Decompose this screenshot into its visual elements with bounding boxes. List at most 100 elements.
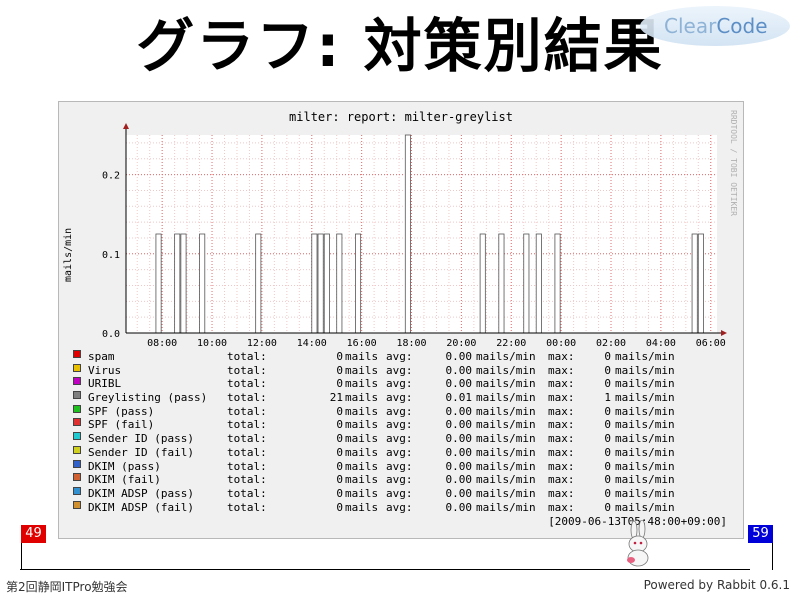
legend-name: DKIM ADSP (pass): [88, 486, 194, 500]
legend-avg-value: 0.00: [445, 432, 473, 446]
legend-max-unit: mails/min: [615, 377, 675, 391]
legend-max-label: max:: [548, 363, 575, 377]
legend-avg-value: 0.00: [445, 445, 473, 459]
footer-event-name: 第2回静岡ITPro勉強会: [6, 580, 128, 594]
legend-avg-label: avg:: [386, 473, 413, 487]
legend-name: URIBL: [88, 377, 122, 391]
legend-avg-value: 0.00: [445, 350, 473, 363]
legend-name: DKIM (fail): [88, 473, 161, 487]
legend-max-value: 0: [604, 486, 611, 500]
legend-max-unit: mails/min: [615, 500, 675, 514]
legend-avg-value: 0.00: [445, 377, 473, 391]
legend-max-value: 0: [604, 350, 611, 363]
legend-total-value: 0: [336, 418, 343, 432]
legend-avg-label: avg:: [386, 459, 413, 473]
bar: [155, 233, 162, 334]
legend-max-unit: mails/min: [615, 404, 675, 418]
x-tick-label: 20:00: [446, 338, 476, 349]
legend-name: Greylisting (pass): [88, 391, 208, 405]
bar: [317, 233, 324, 334]
legend-max-label: max:: [548, 377, 575, 391]
progress-baseline: [20, 569, 750, 570]
bar: [180, 233, 187, 334]
x-tick-label: 00:00: [546, 338, 576, 349]
legend-total-unit: mails: [345, 459, 379, 473]
x-tick-label: 02:00: [596, 338, 626, 349]
legend-total-label: total:: [227, 350, 267, 363]
legend-name: spam: [88, 350, 115, 363]
legend-max-label: max:: [548, 432, 575, 446]
legend-avg-label: avg:: [386, 418, 413, 432]
legend-swatch: [73, 363, 81, 372]
x-tick-label: 06:00: [696, 338, 726, 349]
legend-max-value: 0: [604, 404, 611, 418]
legend-total-value: 0: [336, 432, 343, 446]
y-tick-label: 0.0: [102, 329, 120, 340]
legend-total-label: total:: [227, 445, 267, 459]
legend-max-value: 0: [604, 500, 611, 514]
legend-total-label: total:: [227, 432, 267, 446]
legend-avg-label: avg:: [386, 432, 413, 446]
legend-avg-label: avg:: [386, 445, 413, 459]
legend-swatch: [73, 404, 81, 413]
legend-avg-value: 0.00: [445, 459, 473, 473]
legend-swatch: [73, 473, 81, 482]
plot-background: [126, 135, 717, 333]
legend-max-label: max:: [548, 500, 575, 514]
legend-name: SPF (fail): [88, 418, 155, 432]
legend-max-value: 0: [604, 363, 611, 377]
legend-total-unit: mails: [345, 445, 379, 459]
legend-swatch: [73, 432, 81, 441]
legend-total-value: 0: [336, 404, 343, 418]
rabbit-icon: [627, 520, 649, 567]
x-tick-label: 12:00: [247, 338, 277, 349]
current-page-flag: 49: [21, 525, 46, 543]
legend-avg-value: 0.01: [445, 391, 473, 405]
legend-swatch: [73, 350, 81, 358]
bar: [255, 233, 262, 334]
legend-total-value: 0: [336, 500, 343, 514]
legend-total-value: 0: [336, 363, 343, 377]
legend-total-label: total:: [227, 500, 267, 514]
legend-max-value: 1: [604, 391, 611, 405]
legend-max-label: max:: [548, 486, 575, 500]
bar: [336, 233, 343, 334]
legend-swatch: [73, 377, 81, 386]
legend-max-unit: mails/min: [615, 473, 675, 487]
legend-total-label: total:: [227, 404, 267, 418]
bar: [691, 233, 698, 334]
legend-name: DKIM (pass): [88, 459, 161, 473]
legend-max-value: 0: [604, 473, 611, 487]
legend-max-label: max:: [548, 350, 575, 363]
legend-total-unit: mails: [345, 473, 379, 487]
total-pages-flag: 59: [748, 525, 773, 543]
bar: [479, 233, 486, 334]
y-tick-label: 0.2: [102, 171, 120, 182]
legend-avg-unit: mails/min: [476, 473, 536, 487]
x-axis-arrow-icon: [721, 330, 727, 336]
x-tick-label: 18:00: [396, 338, 426, 349]
legend-total-unit: mails: [345, 404, 379, 418]
legend-total-label: total:: [227, 473, 267, 487]
legend-max-unit: mails/min: [615, 486, 675, 500]
legend-avg-label: avg:: [386, 404, 413, 418]
logo-text: ClearCode: [664, 14, 768, 38]
legend-name: Virus: [88, 363, 122, 377]
rrd-graph: milter: report: milter-greylist RRDTOOL …: [58, 101, 744, 539]
legend-avg-unit: mails/min: [476, 445, 536, 459]
bar: [404, 134, 411, 334]
legend-swatch: [73, 445, 81, 454]
legend-avg-label: avg:: [386, 500, 413, 514]
legend-total-unit: mails: [345, 350, 379, 363]
x-tick-label: 10:00: [197, 338, 227, 349]
legend-avg-label: avg:: [386, 377, 413, 391]
legend-total-label: total:: [227, 363, 267, 377]
legend-total-value: 0: [336, 350, 343, 363]
legend-max-label: max:: [548, 404, 575, 418]
legend-total-unit: mails: [345, 377, 379, 391]
legend-swatch: [73, 486, 81, 495]
legend-max-unit: mails/min: [615, 432, 675, 446]
legend-total-unit: mails: [345, 391, 379, 405]
x-tick-label: 14:00: [297, 338, 327, 349]
legend-max-label: max:: [548, 391, 575, 405]
